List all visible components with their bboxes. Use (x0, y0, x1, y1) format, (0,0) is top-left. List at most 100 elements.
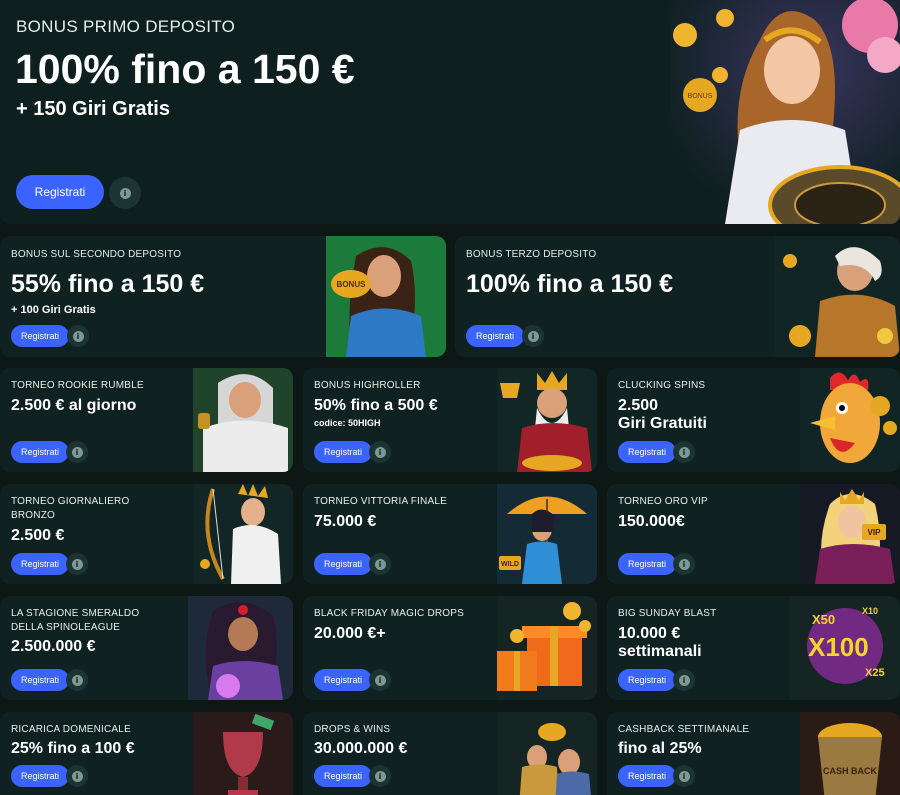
card-title: 30.000.000 € (314, 740, 408, 757)
register-button[interactable]: Registrati (314, 765, 373, 787)
info-icon: i (119, 187, 131, 199)
info-button[interactable]: i (673, 669, 695, 691)
promo-card-third-deposit: BONUS TERZO DEPOSITO 100% fino a 150 € R… (455, 236, 900, 357)
card-illustration: BONUS (326, 236, 446, 357)
info-button[interactable]: i (673, 441, 695, 463)
info-button[interactable]: i (66, 441, 88, 463)
register-button[interactable]: Registrati (618, 765, 677, 787)
register-button[interactable]: Registrati (314, 553, 373, 575)
card-subtitle-line1: LA STAGIONE SMERALDO (11, 608, 140, 619)
wild-label: WILD (501, 561, 519, 568)
multiplier-x25: X25 (865, 667, 885, 679)
info-icon: i (678, 446, 690, 458)
hero-subtitle: BONUS PRIMO DEPOSITO (16, 17, 236, 36)
vip-label: VIP (868, 528, 882, 537)
card-subtitle: CASHBACK SETTIMANALE (618, 724, 750, 735)
card-illustration: CASH BACK (800, 712, 900, 795)
info-button[interactable]: i (66, 669, 88, 691)
info-icon: i (678, 674, 690, 686)
register-button[interactable]: Registrati (314, 441, 373, 463)
promo-card-emerald-season: LA STAGIONE SMERALDO DELLA SPINOLEAGUE 2… (0, 596, 293, 700)
card-illustration (193, 712, 293, 795)
card-illustration (775, 236, 900, 357)
info-button[interactable]: i (522, 325, 544, 347)
register-button[interactable]: Registrati (618, 553, 677, 575)
register-button[interactable]: Registrati (11, 765, 70, 787)
info-button[interactable]: i (673, 765, 695, 787)
card-title-line1: 10.000 € (618, 625, 681, 642)
info-button[interactable]: i (369, 553, 391, 575)
card-title-line2: settimanali (618, 643, 702, 660)
hero-info-button[interactable]: i (109, 177, 141, 209)
card-title-line2: Giri Gratuiti (618, 415, 707, 432)
info-button[interactable]: i (67, 325, 89, 347)
promo-card-drops-wins: DROPS & WINS 30.000.000 € Registrati i (303, 712, 597, 795)
card-subtitle: DROPS & WINS (314, 724, 391, 735)
fan-label: BONUS (337, 280, 367, 289)
card-title: 20.000 €+ (314, 625, 386, 642)
info-icon: i (527, 330, 539, 342)
promo-card-second-deposit: BONUS SUL SECONDO DEPOSITO 55% fino a 15… (0, 236, 446, 357)
card-title: 50% fino a 500 € (314, 397, 438, 414)
info-button[interactable]: i (673, 553, 695, 575)
info-icon: i (374, 558, 386, 570)
card-illustration (800, 368, 900, 472)
card-subtitle: BONUS SUL SECONDO DEPOSITO (11, 249, 182, 260)
promo-card-bronze-tournament: TORNEO GIORNALIERO BRONZO 2.500 € Regist… (0, 484, 293, 584)
info-button[interactable]: i (369, 669, 391, 691)
card-illustration (188, 596, 293, 700)
multiplier-x100: X100 (808, 632, 869, 662)
multiplier-x10: X10 (862, 606, 878, 616)
card-subtitle: CLUCKING SPINS (618, 380, 706, 391)
info-icon: i (71, 558, 83, 570)
info-icon: i (374, 446, 386, 458)
hero-extra: + 150 Giri Gratis (16, 98, 170, 120)
card-subtitle: BLACK FRIDAY MAGIC DROPS (314, 608, 465, 619)
card-title: 150.000€ (618, 513, 685, 530)
hero-banner: BONUS PRIMO DEPOSITO 100% fino a 150 € +… (0, 0, 900, 224)
card-illustration: WILD (497, 484, 597, 584)
card-illustration (193, 484, 293, 584)
card-illustration: X50 X10 X100 X25 (790, 596, 900, 700)
register-button[interactable]: Registrati (618, 669, 677, 691)
card-title: 55% fino a 150 € (11, 270, 205, 298)
card-illustration: VIP (800, 484, 900, 584)
info-button[interactable]: i (369, 765, 391, 787)
info-icon: i (72, 330, 84, 342)
register-button[interactable]: Registrati (466, 325, 525, 347)
register-button[interactable]: Registrati (11, 669, 70, 691)
promo-card-sunday-reload: RICARICA DOMENICALE 25% fino a 100 € Reg… (0, 712, 293, 795)
promo-card-final-victory: TORNEO VITTORIA FINALE 75.000 € Registra… (303, 484, 597, 584)
register-button[interactable]: Registrati (11, 441, 70, 463)
cashback-pot-label: CASH BACK (823, 766, 878, 776)
promo-card-black-friday: BLACK FRIDAY MAGIC DROPS 20.000 €+ Regis… (303, 596, 597, 700)
card-extra: codice: 50HIGH (314, 418, 381, 428)
promo-card-clucking-spins: CLUCKING SPINS 2.500 Giri Gratuiti Regis… (607, 368, 900, 472)
card-subtitle-line2: BRONZO (11, 510, 55, 521)
promo-card-rookie-rumble: TORNEO ROOKIE RUMBLE 2.500 € al giorno R… (0, 368, 293, 472)
card-illustration (497, 368, 597, 472)
info-button[interactable]: i (66, 553, 88, 575)
card-extra: + 100 Giri Gratis (11, 304, 96, 316)
info-icon: i (374, 674, 386, 686)
card-title: 2.500 € al giorno (11, 397, 137, 414)
card-subtitle: TORNEO ORO VIP (618, 496, 708, 507)
register-button[interactable]: Registrati (11, 325, 70, 347)
info-icon: i (71, 770, 83, 782)
info-button[interactable]: i (369, 441, 391, 463)
hero-register-button[interactable]: Registrati (16, 175, 104, 209)
card-subtitle-line1: TORNEO GIORNALIERO (11, 496, 130, 507)
hero-apple-label: BONUS (688, 93, 713, 100)
card-subtitle-line2: DELLA SPINOLEAGUE (11, 622, 121, 633)
info-icon: i (678, 770, 690, 782)
card-title: 2.500.000 € (11, 638, 96, 655)
promo-card-vip-gold: TORNEO ORO VIP 150.000€ Registrati i VIP (607, 484, 900, 584)
info-button[interactable]: i (66, 765, 88, 787)
register-button[interactable]: Registrati (11, 553, 70, 575)
card-illustration (497, 712, 597, 795)
register-button[interactable]: Registrati (314, 669, 373, 691)
multiplier-x50: X50 (812, 612, 835, 627)
card-subtitle: TORNEO ROOKIE RUMBLE (11, 380, 144, 391)
card-subtitle: RICARICA DOMENICALE (11, 724, 131, 735)
register-button[interactable]: Registrati (618, 441, 677, 463)
